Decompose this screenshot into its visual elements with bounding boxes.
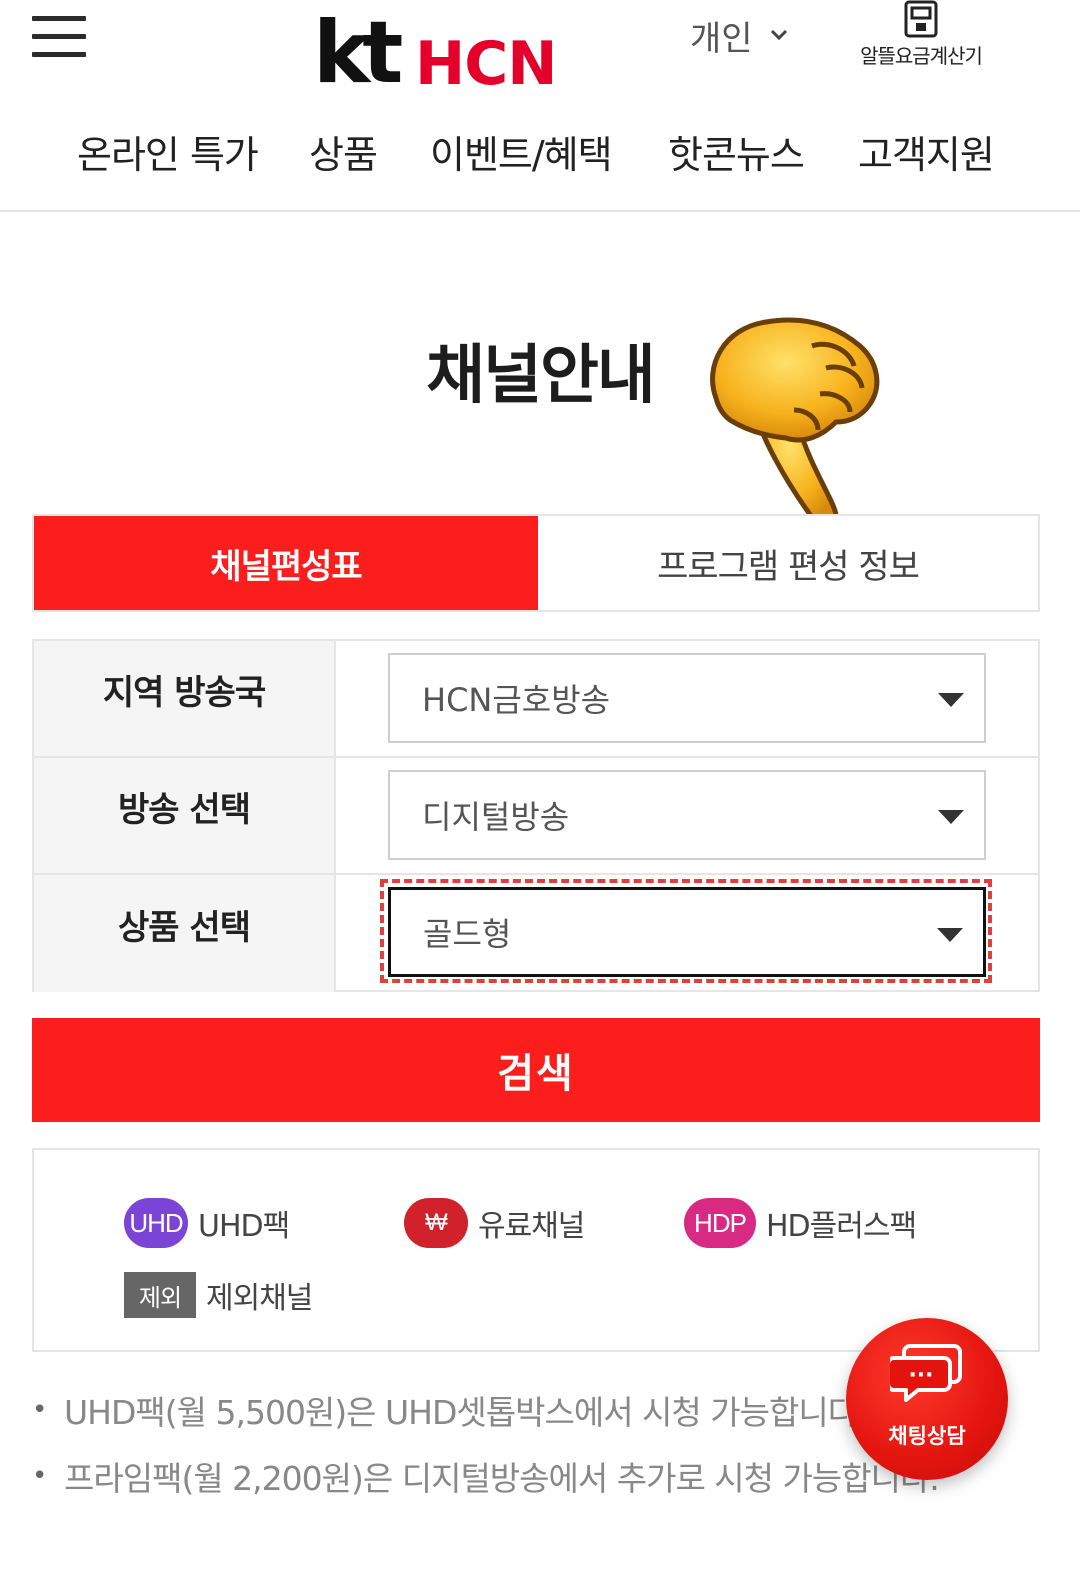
dropdown-caret-icon bbox=[938, 810, 964, 824]
personal-dropdown[interactable]: 개인 bbox=[690, 10, 789, 60]
chevron-down-icon bbox=[770, 29, 787, 41]
page-title: 채널안내 bbox=[426, 339, 656, 413]
chat-bubble-icon: ··· bbox=[890, 1344, 962, 1402]
legend-label: UHD팩 bbox=[198, 1209, 290, 1244]
legend-item-paid: ₩ 유료채널 bbox=[404, 1198, 585, 1248]
chat-consultation-button[interactable]: ··· 채팅상담 bbox=[846, 1318, 1008, 1480]
region-station-value: HCN금호방송 bbox=[422, 681, 611, 719]
broadcast-type-select[interactable]: 디지털방송 bbox=[388, 770, 986, 860]
product-type-select[interactable]: 골드형 bbox=[388, 887, 986, 977]
form-row-region: 지역 방송국 HCN금호방송 bbox=[34, 641, 1038, 758]
tab-channel-schedule[interactable]: 채널편성표 bbox=[34, 516, 538, 610]
channel-search-form: 지역 방송국 HCN금호방송 방송 선택 디지털방송 상품 선택 골드형 bbox=[32, 639, 1040, 992]
legend-item-uhd: UHD UHD팩 bbox=[124, 1198, 290, 1248]
form-row-broadcast: 방송 선택 디지털방송 bbox=[34, 758, 1038, 875]
excluded-badge: 제외 bbox=[124, 1272, 196, 1318]
legend-label: 제외채널 bbox=[206, 1281, 313, 1316]
paid-channel-badge: ₩ bbox=[404, 1198, 468, 1248]
nav-item-online-special[interactable]: 온라인 특가 bbox=[77, 124, 259, 179]
chat-consultation-label: 채팅상담 bbox=[888, 1424, 966, 1448]
search-button[interactable]: 검색 bbox=[32, 1018, 1040, 1122]
pointing-hand-icon bbox=[710, 317, 880, 529]
tab-program-schedule-info[interactable]: 프로그램 편성 정보 bbox=[538, 516, 1038, 610]
region-station-select[interactable]: HCN금호방송 bbox=[388, 653, 986, 743]
broadcast-type-label: 방송 선택 bbox=[34, 758, 336, 873]
kt-hcn-logo[interactable]: kt HCN bbox=[313, 8, 553, 98]
channel-legend: UHD UHD팩 ₩ 유료채널 HDP HD플러스팩 제외 제외채널 bbox=[32, 1148, 1040, 1352]
hamburger-menu-icon[interactable] bbox=[32, 14, 88, 60]
nav-item-customer-support[interactable]: 고객지원 bbox=[858, 124, 995, 179]
logo-kt-text: kt bbox=[313, 8, 402, 98]
calculator-icon bbox=[904, 0, 938, 38]
product-type-label: 상품 선택 bbox=[34, 875, 336, 992]
region-station-label: 지역 방송국 bbox=[34, 641, 336, 756]
product-type-value: 골드형 bbox=[423, 915, 512, 953]
form-row-product: 상품 선택 골드형 bbox=[34, 875, 1038, 992]
broadcast-type-value: 디지털방송 bbox=[422, 798, 570, 836]
legend-label: 유료채널 bbox=[478, 1209, 585, 1244]
nav-item-products[interactable]: 상품 bbox=[309, 124, 378, 179]
calculator-link[interactable]: 알뜰요금계산기 bbox=[846, 0, 996, 74]
legend-label: HD플러스팩 bbox=[766, 1209, 917, 1244]
site-header: kt HCN 개인 알뜰요금계산기 온라인 특가 상품 이벤트/혜택 핫콘뉴스 … bbox=[0, 0, 1080, 212]
calculator-label: 알뜰요금계산기 bbox=[860, 44, 983, 68]
uhd-badge: UHD bbox=[124, 1198, 188, 1248]
chat-bubble-dots: ··· bbox=[908, 1363, 933, 1388]
nav-item-hotcon-news[interactable]: 핫콘뉴스 bbox=[668, 124, 805, 179]
legend-item-hdp: HDP HD플러스팩 bbox=[684, 1198, 917, 1248]
legend-item-excluded: 제외 제외채널 bbox=[124, 1272, 313, 1318]
logo-hcn-text: HCN bbox=[415, 29, 553, 98]
dropdown-caret-icon bbox=[938, 693, 964, 707]
channel-tabs: 채널편성표 프로그램 편성 정보 bbox=[32, 514, 1040, 612]
hdp-badge: HDP bbox=[684, 1198, 756, 1248]
dropdown-caret-icon bbox=[937, 928, 963, 942]
main-navigation: 온라인 특가 상품 이벤트/혜택 핫콘뉴스 고객지원 bbox=[0, 124, 1080, 188]
personal-label: 개인 bbox=[690, 18, 753, 59]
nav-item-events[interactable]: 이벤트/혜택 bbox=[430, 124, 613, 179]
